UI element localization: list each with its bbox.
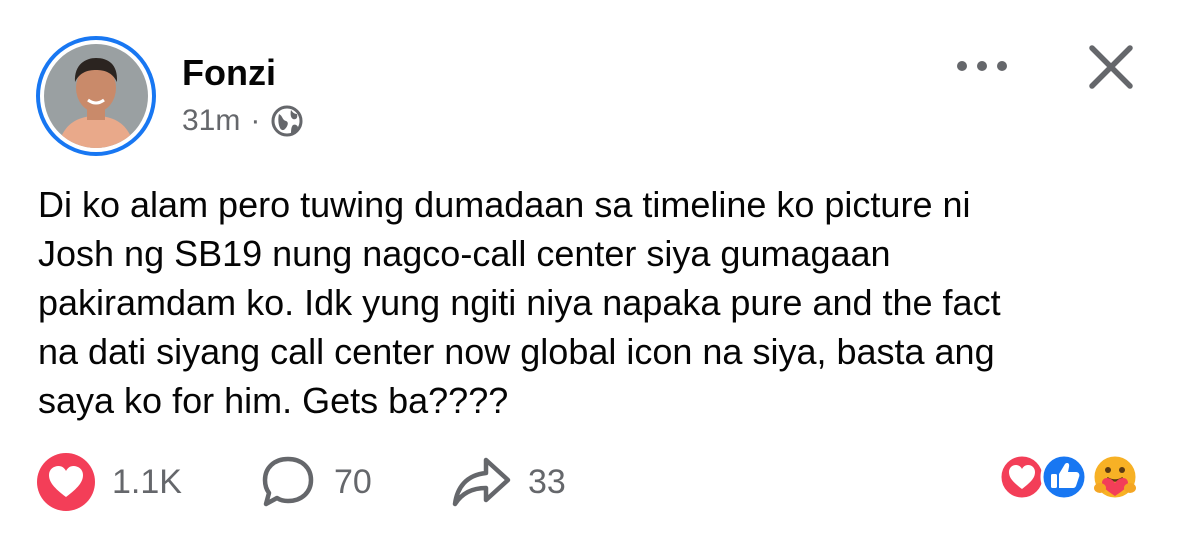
shares-count: 33 [528,462,566,501]
post-meta: 31m · [182,104,304,138]
avatar-photo [44,44,148,148]
share-button[interactable]: 33 [450,452,566,512]
meta-separator: · [250,104,261,137]
avatar[interactable] [36,36,156,156]
care-reaction-icon [1091,453,1139,501]
reactions-count: 1.1K [112,462,182,501]
like-reaction-icon [1040,453,1088,501]
love-reaction-icon [37,453,95,511]
love-reaction-icon [998,453,1046,501]
close-icon[interactable] [1086,42,1136,92]
post-time[interactable]: 31m [182,104,240,138]
comment-icon [262,456,314,507]
comment-button[interactable]: 70 [258,452,372,512]
share-icon [452,457,511,507]
globe-icon[interactable] [270,104,304,138]
comments-count: 70 [334,462,372,501]
more-horizontal-icon[interactable] [954,54,1010,78]
post-text: Di ko alam pero tuwing dumadaan sa timel… [38,184,1001,421]
reaction-summary[interactable] [998,452,1148,502]
react-button[interactable]: 1.1K [36,452,182,512]
author-name[interactable]: Fonzi [182,52,276,94]
